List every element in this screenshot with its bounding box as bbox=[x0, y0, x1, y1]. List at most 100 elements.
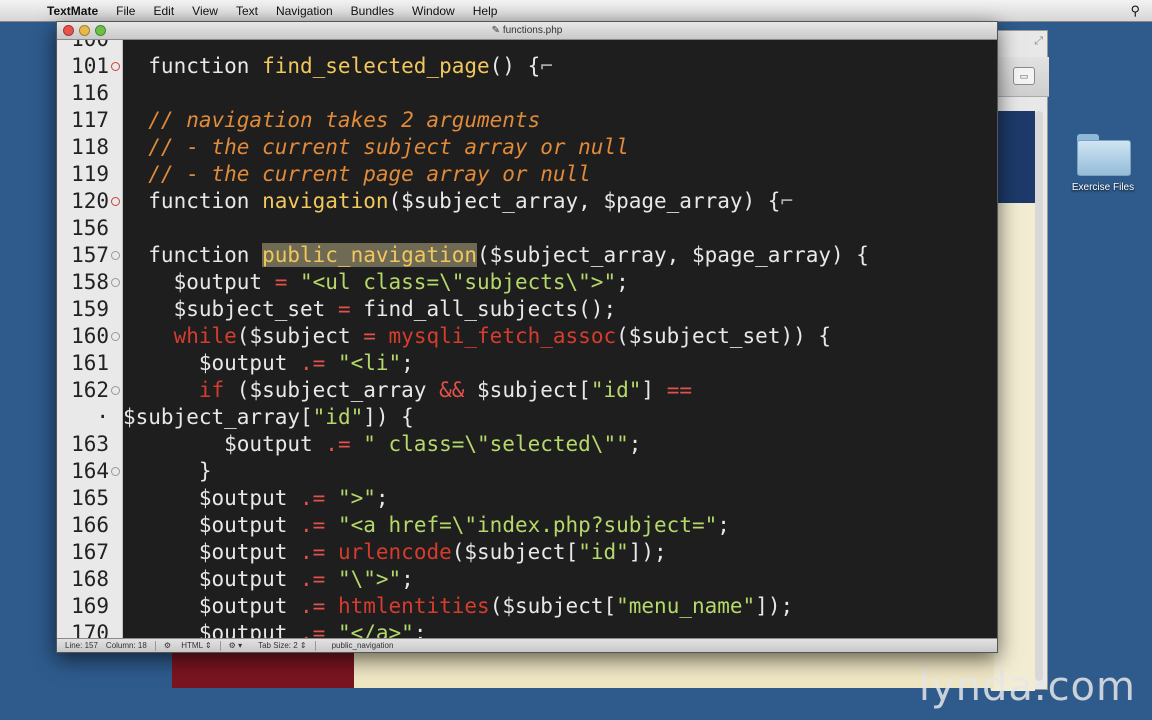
code-line[interactable]: function find_selected_page() {⌐ bbox=[123, 53, 553, 80]
browser-toolbar: ▭ bbox=[991, 57, 1049, 97]
bundle-popup[interactable]: ⚙ ▾ bbox=[229, 639, 242, 652]
code-line[interactable]: $subject_array["id"]) { bbox=[123, 404, 414, 431]
minimize-button[interactable] bbox=[79, 25, 90, 36]
code-token: ; bbox=[717, 513, 730, 537]
line-number: 120 bbox=[71, 189, 109, 213]
toolbar-button-icon[interactable]: ▭ bbox=[1013, 67, 1035, 85]
status-bar: Line: 157 Column: 18 ⚙ HTML ⇕ ⚙ ▾ Tab Si… bbox=[57, 638, 997, 652]
code-line[interactable]: // - the current page array or null bbox=[123, 161, 591, 188]
code-token: = bbox=[337, 297, 351, 321]
code-token: while bbox=[123, 324, 237, 348]
code-token: ($subject_array, $page_array) { bbox=[388, 189, 781, 213]
language-label: HTML bbox=[181, 641, 203, 650]
code-line[interactable]: } bbox=[123, 458, 212, 485]
menu-bundles[interactable]: Bundles bbox=[351, 4, 394, 18]
fold-open-icon[interactable] bbox=[111, 386, 120, 395]
code-line[interactable]: $output .= "<li"; bbox=[123, 350, 414, 377]
code-token: ; bbox=[413, 621, 427, 638]
code-token: .= bbox=[300, 594, 326, 618]
code-token: .= bbox=[300, 513, 326, 537]
code-token: ; bbox=[628, 432, 642, 456]
menu-navigation[interactable]: Navigation bbox=[276, 4, 333, 18]
code-line[interactable]: $output .= "</a>"; bbox=[123, 620, 427, 638]
tab-size-label: Tab Size: 2 bbox=[258, 641, 298, 650]
code-line[interactable]: // navigation takes 2 arguments bbox=[123, 107, 540, 134]
menu-help[interactable]: Help bbox=[473, 4, 498, 18]
code-token: .= bbox=[300, 540, 326, 564]
code-token: "id" bbox=[312, 405, 364, 429]
fold-closed-icon[interactable] bbox=[111, 62, 120, 71]
menu-app[interactable]: TextMate bbox=[47, 4, 98, 18]
document-icon: ✎ bbox=[491, 25, 503, 36]
code-token: urlencode bbox=[325, 540, 452, 564]
desktop-folder[interactable]: Exercise Files bbox=[1068, 128, 1138, 193]
fold-closed-icon[interactable] bbox=[111, 197, 120, 206]
code-token: "id" bbox=[590, 378, 642, 402]
code-token: ($subject bbox=[236, 324, 364, 348]
code-line[interactable]: function public_navigation($subject_arra… bbox=[123, 242, 869, 269]
line-number: 119 bbox=[71, 162, 109, 186]
line-number: 156 bbox=[71, 216, 109, 240]
scrollbar[interactable] bbox=[1035, 111, 1043, 681]
symbol-label: public_navigation bbox=[331, 641, 394, 650]
code-line[interactable]: while($subject = mysqli_fetch_assoc($sub… bbox=[123, 323, 831, 350]
code-line[interactable]: $output .= "\">"; bbox=[123, 566, 414, 593]
code-token: find_all_subjects(); bbox=[350, 297, 617, 321]
code-line[interactable]: // - the current subject array or null bbox=[123, 134, 629, 161]
code-line[interactable]: $output .= ">"; bbox=[123, 485, 389, 512]
line-number-gutter[interactable]: 100101 116 117 118 119 120 156 157 158 159 160 161 1… bbox=[57, 40, 123, 638]
code-token: $output bbox=[123, 540, 301, 564]
language-popup[interactable]: ⚙ HTML ⇕ bbox=[164, 639, 212, 652]
menu-edit[interactable]: Edit bbox=[153, 4, 174, 18]
code-token: mysqli_fetch_assoc bbox=[375, 324, 617, 348]
code-token: $output bbox=[123, 567, 301, 591]
code-token: "<a href=\"index.php?subject=" bbox=[325, 513, 718, 537]
close-button[interactable] bbox=[63, 25, 74, 36]
code-token: if bbox=[123, 378, 225, 402]
line-number: 165 bbox=[71, 486, 109, 510]
line-number: 117 bbox=[71, 108, 109, 132]
menu-file[interactable]: File bbox=[116, 4, 135, 18]
code-line[interactable]: $output .= urlencode($subject["id"]); bbox=[123, 539, 667, 566]
code-line[interactable]: if ($subject_array && $subject["id"] == bbox=[123, 377, 692, 404]
code-token: .= bbox=[300, 567, 326, 591]
code-token: function bbox=[123, 189, 263, 213]
background-browser-window[interactable]: ⤢ ▭ bbox=[990, 30, 1049, 691]
code-line[interactable]: $subject_set = find_all_subjects(); bbox=[123, 296, 617, 323]
symbol-popup[interactable]: public_navigation bbox=[324, 639, 394, 652]
line-number: 158 bbox=[71, 270, 109, 294]
spotlight-search-icon[interactable]: ⚲ bbox=[1130, 3, 1140, 19]
code-token: = bbox=[363, 324, 376, 348]
code-token: "id" bbox=[578, 540, 629, 564]
zoom-button[interactable] bbox=[95, 25, 106, 36]
code-token: // - the current subject array or null bbox=[123, 135, 629, 159]
line-number: 168 bbox=[71, 567, 109, 591]
line-number: 101 bbox=[71, 54, 109, 78]
line-number: 157 bbox=[71, 243, 109, 267]
code-token: "<ul class=\"subjects\">" bbox=[287, 270, 617, 294]
code-line[interactable]: $output .= htmlentities($subject["menu_n… bbox=[123, 593, 793, 620]
menu-view[interactable]: View bbox=[192, 4, 218, 18]
fold-open-icon[interactable] bbox=[111, 332, 120, 341]
menu-text[interactable]: Text bbox=[236, 4, 258, 18]
code-line[interactable]: $output .= "<a href=\"index.php?subject=… bbox=[123, 512, 730, 539]
code-line[interactable]: function navigation($subject_array, $pag… bbox=[123, 188, 793, 215]
code-token: $output bbox=[123, 486, 301, 510]
line-number: 166 bbox=[71, 513, 109, 537]
code-line[interactable]: $output .= " class=\"selected\""; bbox=[123, 431, 641, 458]
code-token: $output bbox=[123, 351, 301, 375]
fold-open-icon[interactable] bbox=[111, 251, 120, 260]
textmate-window: ✎ functions.php 100101 116 117 118 119 120 156… bbox=[56, 21, 998, 653]
menu-window[interactable]: Window bbox=[412, 4, 455, 18]
code-line[interactable]: $output = "<ul class=\"subjects\">"; bbox=[123, 269, 629, 296]
code-token: // navigation takes 2 arguments bbox=[123, 108, 541, 132]
fold-open-icon[interactable] bbox=[111, 278, 120, 287]
code-editor[interactable]: function find_selected_page() {⌐ // navi… bbox=[123, 40, 997, 638]
code-token: ⌐ bbox=[540, 54, 553, 78]
tab-size-popup[interactable]: Tab Size: 2 ⇕ bbox=[250, 639, 307, 652]
fold-open-icon[interactable] bbox=[111, 467, 120, 476]
code-token: ; bbox=[616, 270, 629, 294]
window-controls bbox=[63, 25, 106, 36]
code-token: navigation bbox=[262, 189, 389, 213]
menu-bar: TextMate File Edit View Text Navigation … bbox=[0, 0, 1152, 22]
